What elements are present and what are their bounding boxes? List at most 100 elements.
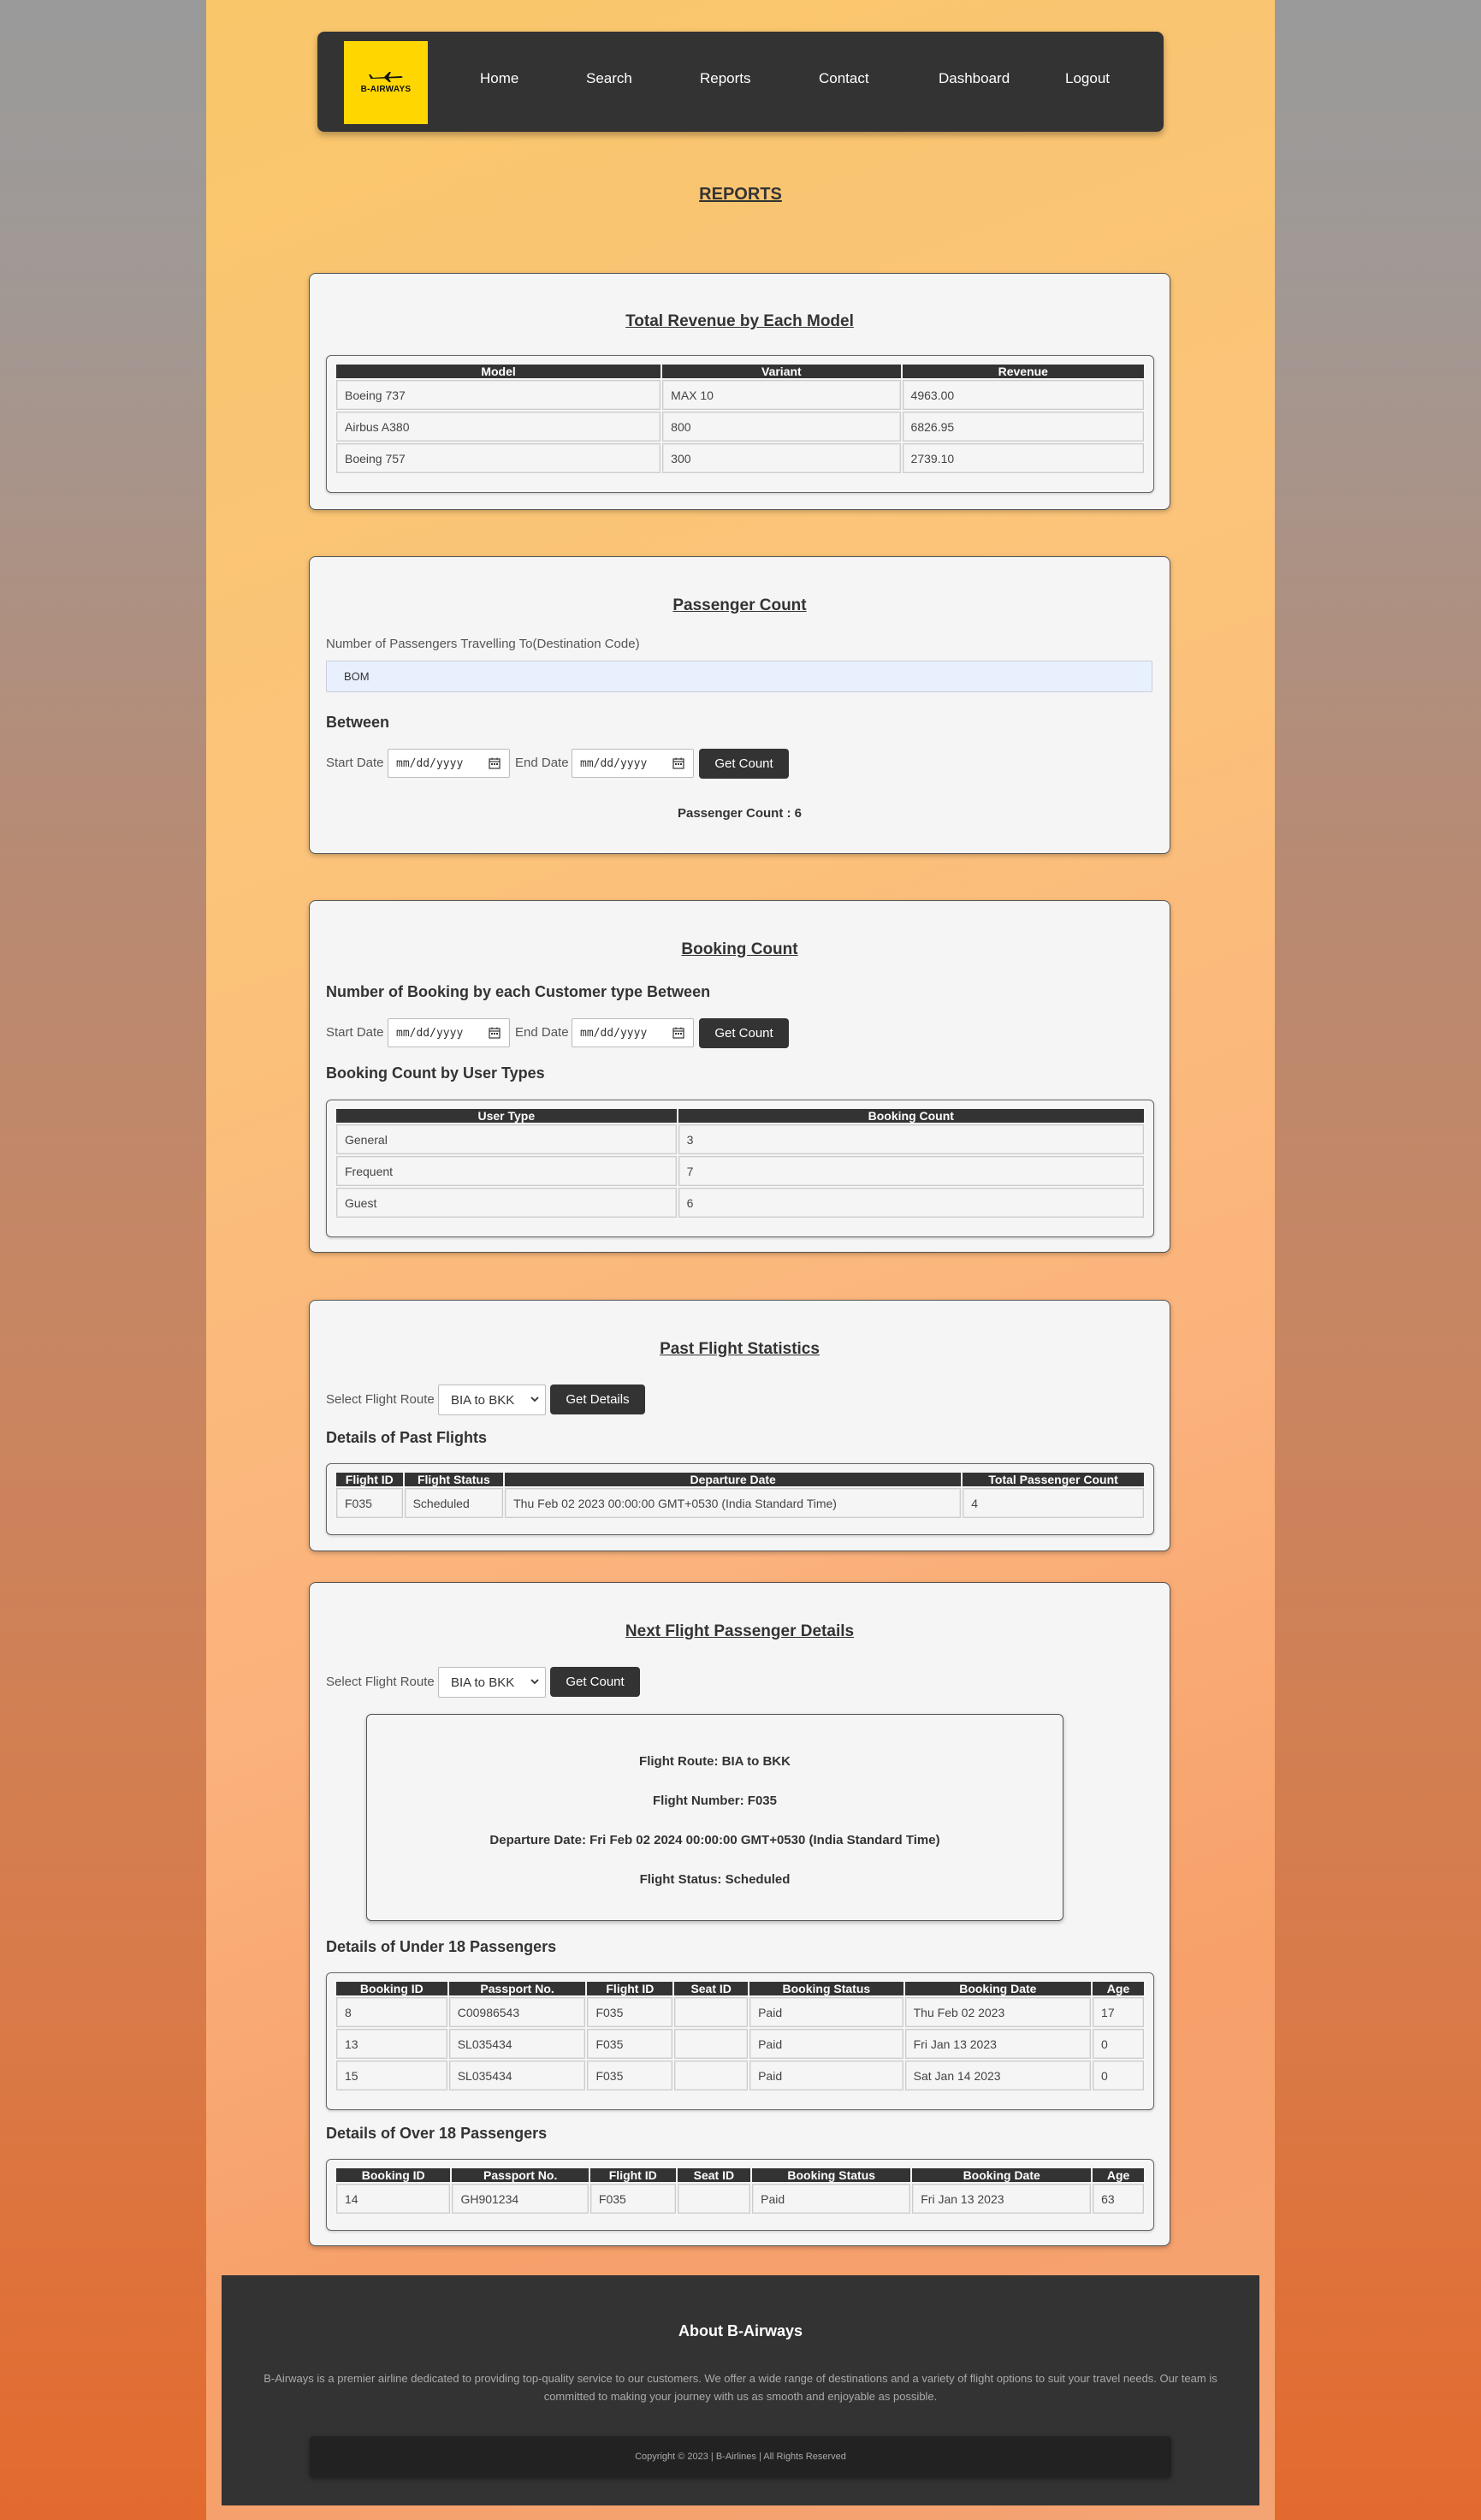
logo-text: B-AIRWAYS: [360, 85, 412, 94]
table-cell: SL035434: [448, 2060, 586, 2090]
column-header: Flight ID: [589, 2168, 676, 2182]
table-cell: 300: [662, 443, 901, 473]
table-cell: 6: [678, 1188, 1144, 1218]
flight-route: Flight Route: BIA to BKK: [639, 1754, 791, 1769]
table-cell: MAX 10: [662, 380, 901, 410]
table-cell: F035: [589, 2184, 676, 2214]
table-cell: General: [336, 1124, 677, 1154]
column-header: Passport No.: [448, 1982, 586, 1995]
footer: About B-Airways B-Airways is a premier a…: [222, 2275, 1259, 2505]
get-count-button[interactable]: Get Count: [699, 1018, 789, 1048]
table-cell: Fri Jan 13 2023: [912, 2184, 1092, 2214]
end-date-label: End Date: [515, 1025, 569, 1040]
table-row: F035 Scheduled Thu Feb 02 2023 00:00:00 …: [336, 1488, 1144, 1518]
page-container: B-AIRWAYS Home Search Reports Contact Da…: [206, 0, 1275, 2520]
nav-home[interactable]: Home: [480, 70, 518, 87]
booking-table-box: User Type Booking Count General 3 Freque…: [326, 1100, 1154, 1237]
end-date-input[interactable]: mm/dd/yyyy: [572, 1018, 694, 1047]
column-header: Flight Status: [404, 1473, 504, 1486]
start-date-input[interactable]: mm/dd/yyyy: [388, 749, 510, 778]
table-cell: 6826.95: [902, 412, 1144, 442]
past-flights-table-box: Flight ID Flight Status Departure Date T…: [326, 1463, 1154, 1535]
nav-logout[interactable]: Logout: [1065, 70, 1110, 87]
past-flights-title: Past Flight Statistics: [660, 1340, 820, 1358]
table-cell: Paid: [749, 2060, 903, 2090]
over18-table-box: Booking ID Passport No. Flight ID Seat I…: [326, 2159, 1154, 2231]
table-row: General 3: [336, 1124, 1144, 1154]
column-header: Seat ID: [674, 1982, 749, 1995]
nav-contact[interactable]: Contact: [819, 70, 869, 87]
table-row: 13 SL035434 F035 Paid Fri Jan 13 2023 0: [336, 2029, 1144, 2059]
table-header-row: Booking ID Passport No. Flight ID Seat I…: [336, 2168, 1144, 2182]
column-header: Departure Date: [505, 1473, 962, 1486]
flight-number: Flight Number: F035: [652, 1794, 777, 1808]
chevron-down-icon: [530, 1396, 539, 1402]
calendar-icon[interactable]: [672, 757, 684, 769]
end-date-label: End Date: [515, 756, 569, 770]
calendar-icon[interactable]: [489, 757, 501, 769]
under18-table-box: Booking ID Passport No. Flight ID Seat I…: [326, 1972, 1154, 2110]
table-cell: Guest: [336, 1188, 677, 1218]
start-date-label: Start Date: [326, 1025, 384, 1040]
column-header: Age: [1093, 1982, 1144, 1995]
past-flights-table: Flight ID Flight Status Departure Date T…: [335, 1471, 1146, 1520]
route-select[interactable]: BIA to BKK: [438, 1667, 546, 1698]
calendar-icon[interactable]: [672, 1027, 684, 1039]
table-row: 8 C00986543 F035 Paid Thu Feb 02 2023 17: [336, 1997, 1144, 2027]
start-date-input[interactable]: mm/dd/yyyy: [388, 1018, 510, 1047]
table-cell: Frequent: [336, 1156, 677, 1186]
past-flights-table-heading: Details of Past Flights: [326, 1429, 488, 1446]
table-cell: Sat Jan 14 2023: [904, 2060, 1092, 2090]
nav-reports[interactable]: Reports: [700, 70, 751, 87]
table-cell: 63: [1093, 2184, 1144, 2214]
page-title: REPORTS: [699, 185, 782, 204]
get-count-button[interactable]: Get Count: [550, 1667, 640, 1697]
table-cell: Fri Jan 13 2023: [904, 2029, 1092, 2059]
column-header: Booking Status: [752, 2168, 911, 2182]
table-cell: [677, 2184, 751, 2214]
table-cell: 4: [963, 1488, 1144, 1518]
table-header-row: Flight ID Flight Status Departure Date T…: [336, 1473, 1144, 1486]
table-cell: F035: [587, 2060, 673, 2090]
table-header-row: Booking ID Passport No. Flight ID Seat I…: [336, 1982, 1144, 1995]
column-header: Booking Date: [912, 2168, 1092, 2182]
date-placeholder: mm/dd/yyyy: [580, 756, 648, 770]
column-header: Age: [1093, 2168, 1144, 2182]
table-cell: [674, 2060, 749, 2090]
selected-route: BIA to BKK: [451, 1392, 515, 1408]
end-date-input[interactable]: mm/dd/yyyy: [572, 749, 694, 778]
table-cell: 17: [1093, 1997, 1144, 2027]
table-cell: Paid: [749, 2029, 903, 2059]
table-row: Boeing 737 MAX 10 4963.00: [336, 380, 1144, 410]
revenue-title: Total Revenue by Each Model: [625, 312, 854, 330]
over18-table: Booking ID Passport No. Flight ID Seat I…: [335, 2167, 1146, 2215]
table-cell: 7: [678, 1156, 1144, 1186]
table-row: 14 GH901234 F035 Paid Fri Jan 13 2023 63: [336, 2184, 1144, 2214]
date-placeholder: mm/dd/yyyy: [580, 1026, 648, 1040]
get-details-button[interactable]: Get Details: [550, 1385, 645, 1414]
table-cell: SL035434: [448, 2029, 586, 2059]
table-cell: [674, 2029, 749, 2059]
table-row: Guest 6: [336, 1188, 1144, 1218]
nav-search[interactable]: Search: [586, 70, 632, 87]
table-cell: 3: [678, 1124, 1144, 1154]
table-row: 15 SL035434 F035 Paid Sat Jan 14 2023 0: [336, 2060, 1144, 2090]
table-cell: Boeing 737: [336, 380, 661, 410]
route-select[interactable]: BIA to BKK: [438, 1385, 546, 1415]
column-header: Booking ID: [336, 2168, 451, 2182]
table-cell: Paid: [749, 1997, 903, 2027]
navbar: B-AIRWAYS Home Search Reports Contact Da…: [317, 32, 1164, 132]
logo[interactable]: B-AIRWAYS: [344, 41, 428, 124]
nav-dashboard[interactable]: Dashboard: [939, 70, 1010, 87]
column-header: Total Passenger Count: [963, 1473, 1144, 1486]
flight-details-box: Flight Route: BIA to BKK Flight Number: …: [366, 1714, 1063, 1921]
calendar-icon[interactable]: [489, 1027, 501, 1039]
column-header: Passport No.: [452, 2168, 589, 2182]
table-cell: GH901234: [452, 2184, 589, 2214]
column-header: Booking ID: [336, 1982, 447, 1995]
destination-input[interactable]: BOM: [326, 661, 1152, 692]
passenger-count-title: Passenger Count: [672, 596, 807, 614]
get-count-button[interactable]: Get Count: [699, 749, 789, 779]
table-cell: [674, 1997, 749, 2027]
table-header-row: Model Variant Revenue: [336, 365, 1144, 378]
